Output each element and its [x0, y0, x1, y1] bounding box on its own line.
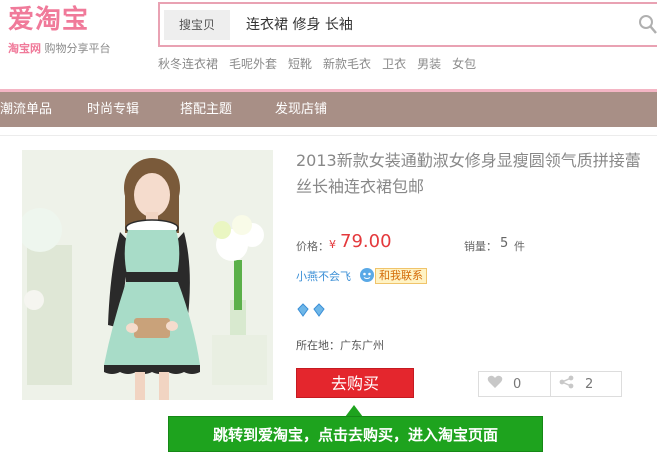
sales-count: 5: [500, 236, 509, 251]
search-bar: 搜宝贝 连衣裙 修身 长袖: [158, 2, 657, 47]
price-label: 价格：: [296, 240, 329, 253]
seller-credit-rating: [296, 303, 326, 320]
seller-location: 所在地：广东广州: [296, 339, 384, 352]
hot-word-link[interactable]: 新款毛衣: [323, 55, 371, 72]
main-nav: 潮流单品 时尚专辑 搭配主题 发现店铺: [0, 92, 657, 127]
credit-diamond-icon: [312, 303, 326, 320]
social-actions: 0 2: [478, 371, 622, 397]
hot-word-link[interactable]: 毛呢外套: [229, 55, 277, 72]
price-value: 79.00: [340, 231, 392, 252]
sales-label: 销量：: [464, 240, 497, 253]
logo-brand: 淘宝网: [8, 42, 41, 55]
search-input[interactable]: 连衣裙 修身 长袖: [246, 10, 353, 40]
product-title[interactable]: 2013新款女装通勤淑女修身显瘦圆领气质拼接蕾丝长袖连衣裙包邮: [296, 148, 656, 200]
hot-word-link[interactable]: 女包: [452, 55, 476, 72]
nav-item-albums[interactable]: 时尚专辑: [87, 92, 139, 127]
logo-tagline: 购物分享平台: [44, 42, 111, 55]
nav-item-trend[interactable]: 潮流单品: [0, 92, 52, 127]
credit-diamond-icon: [296, 303, 310, 320]
heart-icon: [487, 375, 503, 393]
like-count: 0: [513, 376, 522, 392]
seller-name-link[interactable]: 小燕不会飞: [296, 268, 351, 284]
guide-tooltip: 跳转到爱淘宝，点击去购买，进入淘宝页面: [168, 416, 543, 452]
logo-title: 爱淘宝: [8, 5, 90, 35]
share-count: 2: [584, 376, 594, 392]
product-image[interactable]: [22, 150, 273, 400]
hot-word-link[interactable]: 男装: [417, 55, 441, 72]
sales-unit: 件: [514, 240, 525, 253]
like-button[interactable]: 0: [479, 372, 550, 396]
hot-word-link[interactable]: 卫衣: [382, 55, 406, 72]
search-icon[interactable]: [638, 14, 657, 36]
nav-item-shops[interactable]: 发现店铺: [275, 92, 327, 127]
nav-item-themes[interactable]: 搭配主题: [180, 92, 232, 127]
search-scope-selector[interactable]: 搜宝贝: [164, 10, 230, 40]
hot-word-link[interactable]: 秋冬连衣裙: [158, 55, 218, 72]
aitaobao-logo[interactable]: 爱淘宝 淘宝网 购物分享平台: [8, 2, 138, 56]
logo-subtitle: 淘宝网 购物分享平台: [8, 40, 138, 56]
share-button[interactable]: 2: [549, 372, 621, 396]
buy-button[interactable]: 去购买: [296, 368, 414, 398]
price-currency: ¥: [329, 238, 336, 251]
hot-word-link[interactable]: 短靴: [288, 55, 312, 72]
wangwang-icon[interactable]: [359, 267, 375, 283]
hot-search-words: 秋冬连衣裙 毛呢外套 短靴 新款毛衣 卫衣 男装 女包: [158, 55, 476, 72]
contact-seller-button[interactable]: 和我联系: [375, 268, 427, 284]
share-icon: [559, 375, 575, 393]
